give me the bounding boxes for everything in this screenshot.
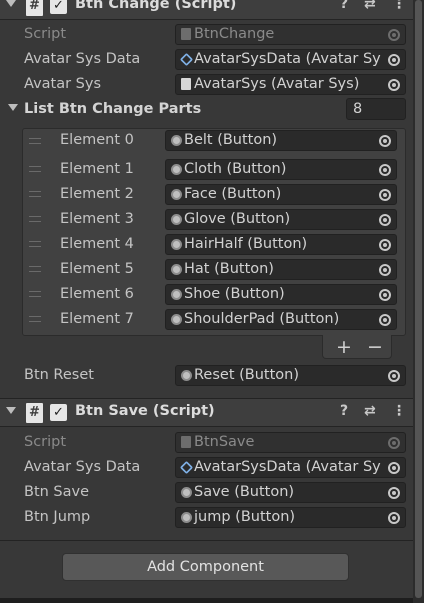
element-field[interactable]: Belt (Button) [165, 130, 397, 151]
btn-save-label: Btn Save [24, 484, 90, 500]
button-object-icon [171, 239, 182, 250]
button-object-icon [171, 289, 182, 300]
script-icon: # [26, 403, 43, 423]
preset-icon[interactable]: ⇄ [364, 0, 376, 12]
more-icon[interactable]: ⋮ [392, 403, 406, 419]
avatar-sys-label: Avatar Sys [24, 76, 102, 92]
scrollbar-thumb[interactable] [415, 0, 422, 598]
element-label: Element 7 [60, 311, 134, 327]
inspector-bottom-edge [0, 598, 413, 603]
element-field[interactable]: Hat (Button) [165, 259, 397, 280]
object-picker-icon[interactable] [379, 289, 391, 301]
avatar-sys-data-label: Avatar Sys Data [24, 51, 141, 67]
drag-handle-icon[interactable] [29, 266, 41, 272]
element-label: Element 5 [60, 261, 134, 277]
button-object-icon [171, 264, 182, 275]
btn-save-component-header[interactable]: # ✓ Btn Save (Script) ? ⇄ ⋮ [0, 399, 413, 427]
foldout-arrow-icon[interactable] [6, 407, 16, 414]
btn-jump-label: Btn Jump [24, 509, 91, 525]
button-object-icon [171, 214, 182, 225]
drag-handle-icon[interactable] [29, 166, 41, 172]
add-element-button[interactable]: + [336, 336, 352, 358]
element-label: Element 4 [60, 236, 134, 252]
inspector-scrollbar[interactable] [413, 0, 424, 603]
list-size-field[interactable]: 8 [346, 98, 406, 120]
object-picker-icon[interactable] [379, 314, 391, 326]
button-object-icon [181, 512, 192, 523]
avatar-sys-data-field[interactable]: AvatarSysData (Avatar Sy [175, 49, 406, 70]
avatar-sys-data-field[interactable]: AvatarSysData (Avatar Sy [175, 457, 406, 478]
script-field: BtnSave [175, 432, 406, 453]
foldout-arrow-icon[interactable] [6, 0, 16, 7]
list-foldout-icon[interactable] [8, 104, 18, 111]
button-object-icon [171, 164, 182, 175]
object-picker-icon[interactable] [388, 54, 400, 66]
script-icon: # [26, 0, 43, 16]
component-enabled-checkbox[interactable]: ✓ [50, 404, 67, 421]
element-label: Element 3 [60, 211, 134, 227]
element-label: Element 2 [60, 186, 134, 202]
element-label: Element 1 [60, 161, 134, 177]
script-file-icon [181, 436, 191, 448]
element-label: Element 6 [60, 286, 134, 302]
element-field[interactable]: Shoe (Button) [165, 284, 397, 305]
object-picker-icon[interactable] [379, 164, 391, 176]
avatar-sys-data-label: Avatar Sys Data [24, 459, 141, 475]
scriptable-object-icon [179, 52, 194, 67]
script-label: Script [24, 434, 67, 450]
object-picker-icon[interactable] [379, 214, 391, 226]
help-icon[interactable]: ? [340, 403, 348, 419]
button-object-icon [171, 314, 182, 325]
object-picker-icon[interactable] [388, 462, 400, 474]
script-label: Script [24, 26, 67, 42]
element-field[interactable]: Glove (Button) [165, 209, 397, 230]
component-enabled-checkbox[interactable]: ✓ [50, 0, 67, 14]
drag-handle-icon[interactable] [29, 316, 41, 322]
drag-handle-icon[interactable] [29, 241, 41, 247]
object-picker-icon[interactable] [388, 512, 400, 524]
script-field: BtnChange [175, 24, 406, 45]
button-object-icon [171, 135, 182, 146]
btn-reset-field[interactable]: Reset (Button) [175, 365, 406, 386]
object-picker-icon[interactable] [388, 370, 400, 382]
object-picker-icon[interactable] [379, 135, 391, 147]
element-field[interactable]: Face (Button) [165, 184, 397, 205]
object-picker-icon[interactable] [388, 487, 400, 499]
object-picker-icon[interactable] [388, 79, 400, 91]
element-field[interactable]: Cloth (Button) [165, 159, 397, 180]
object-picker-icon [388, 29, 400, 41]
object-picker-icon[interactable] [379, 264, 391, 276]
component-title: Btn Change (Script) [75, 0, 237, 12]
script-file-icon [181, 78, 191, 90]
btn-reset-label: Btn Reset [24, 367, 94, 383]
avatar-sys-field[interactable]: AvatarSys (Avatar Sys) [175, 74, 406, 95]
more-icon[interactable]: ⋮ [392, 0, 406, 12]
add-component-button[interactable]: Add Component [62, 553, 349, 581]
drag-handle-icon[interactable] [29, 138, 41, 144]
drag-handle-icon[interactable] [29, 291, 41, 297]
button-object-icon [181, 487, 192, 498]
element-label: Element 0 [60, 132, 134, 148]
object-picker-icon[interactable] [379, 189, 391, 201]
scriptable-object-icon [179, 460, 194, 475]
help-icon[interactable]: ? [340, 0, 348, 12]
element-field[interactable]: HairHalf (Button) [165, 234, 397, 255]
button-object-icon [171, 189, 182, 200]
component-title: Btn Save (Script) [75, 403, 215, 419]
list-label: List Btn Change Parts [24, 101, 202, 117]
drag-handle-icon[interactable] [29, 191, 41, 197]
btn-jump-field[interactable]: jump (Button) [175, 507, 406, 528]
remove-element-button[interactable]: − [367, 336, 383, 358]
preset-icon[interactable]: ⇄ [364, 403, 376, 419]
object-picker-icon[interactable] [379, 239, 391, 251]
button-object-icon [181, 370, 192, 381]
btn-change-component-header[interactable]: # ✓ Btn Change (Script) ? ⇄ ⋮ [0, 0, 413, 20]
list-add-remove-box: + − [322, 335, 392, 359]
btn-save-field[interactable]: Save (Button) [175, 482, 406, 503]
object-picker-icon [388, 437, 400, 449]
script-file-icon [181, 28, 191, 40]
component-divider [0, 540, 413, 541]
element-field[interactable]: ShoulderPad (Button) [165, 309, 397, 330]
drag-handle-icon[interactable] [29, 216, 41, 222]
